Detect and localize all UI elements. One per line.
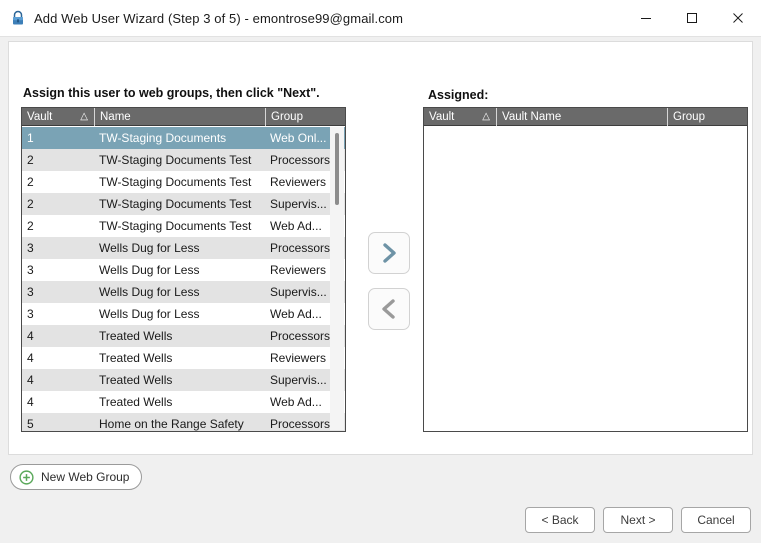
table-row[interactable]: 3 Wells Dug for Less Reviewers	[22, 259, 345, 281]
column-header-group-label: Group	[271, 110, 303, 123]
assigned-column-header-name-label: Vault Name	[502, 110, 562, 123]
add-to-assigned-button[interactable]	[368, 232, 410, 274]
cell-name: Wells Dug for Less	[99, 307, 200, 321]
table-row[interactable]: 4 Treated Wells Processors	[22, 325, 345, 347]
instruction-text: Assign this user to web groups, then cli…	[23, 86, 320, 100]
cell-vault: 2	[27, 219, 34, 233]
minimize-button[interactable]	[623, 0, 669, 36]
cell-name: Wells Dug for Less	[99, 263, 200, 277]
cell-name: Treated Wells	[99, 373, 173, 387]
table-row[interactable]: 3 Wells Dug for Less Supervis...	[22, 281, 345, 303]
table-row[interactable]: 5 Home on the Range Safety Processors	[22, 413, 345, 431]
wizard-navigation-buttons: < Back Next > Cancel	[525, 507, 751, 533]
table-row[interactable]: 1 TW-Staging Documents Web Onl...	[22, 127, 345, 149]
cell-name: Treated Wells	[99, 329, 173, 343]
assigned-label: Assigned:	[428, 88, 489, 102]
assigned-sort-ascending-icon: △	[482, 110, 490, 122]
cell-name: TW-Staging Documents Test	[99, 197, 252, 211]
cell-name: Home on the Range Safety	[99, 417, 244, 431]
table-row[interactable]: 3 Wells Dug for Less Web Ad...	[22, 303, 345, 325]
cell-vault: 2	[27, 153, 34, 167]
cell-name: Treated Wells	[99, 351, 173, 365]
close-button[interactable]	[715, 0, 761, 36]
assigned-list-header: Vault △ Vault Name Group	[424, 108, 747, 126]
cell-name: Wells Dug for Less	[99, 241, 200, 255]
available-list-body[interactable]: 1 TW-Staging Documents Web Onl... 2 TW-Stagi…	[22, 127, 345, 431]
assigned-groups-list[interactable]: Vault △ Vault Name Group	[423, 107, 748, 432]
scrollbar-thumb[interactable]	[335, 133, 339, 205]
assigned-column-header-vault[interactable]: Vault △	[424, 108, 496, 126]
cell-vault: 4	[27, 395, 34, 409]
chevron-left-icon	[382, 299, 395, 319]
wizard-content-panel: Assign this user to web groups, then cli…	[8, 41, 753, 455]
assigned-list-body[interactable]	[424, 127, 747, 431]
assigned-column-header-vault-label: Vault	[429, 110, 455, 123]
table-row[interactable]: 4 Treated Wells Web Ad...	[22, 391, 345, 413]
assigned-column-header-group-label: Group	[673, 110, 705, 123]
available-groups-list[interactable]: Vault △ Name Group 1 TW-Staging Documents…	[21, 107, 346, 432]
table-row[interactable]: 2 TW-Staging Documents Test Reviewers	[22, 171, 345, 193]
status-strip	[0, 535, 761, 543]
cell-name: TW-Staging Documents Test	[99, 175, 252, 189]
assigned-column-header-name[interactable]: Vault Name	[496, 108, 667, 126]
cell-name: TW-Staging Documents Test	[99, 219, 252, 233]
window-controls	[623, 0, 761, 36]
cell-vault: 4	[27, 351, 34, 365]
cell-name: Treated Wells	[99, 395, 173, 409]
cell-vault: 3	[27, 241, 34, 255]
table-row[interactable]: 3 Wells Dug for Less Processors	[22, 237, 345, 259]
table-row[interactable]: 2 TW-Staging Documents Test Web Ad...	[22, 215, 345, 237]
assigned-column-header-group[interactable]: Group	[667, 108, 747, 126]
new-web-group-button[interactable]: New Web Group	[10, 464, 143, 490]
table-row[interactable]: 4 Treated Wells Reviewers	[22, 347, 345, 369]
table-row[interactable]: 2 TW-Staging Documents Test Processors	[22, 149, 345, 171]
plus-circle-icon	[19, 469, 34, 485]
new-web-group-label: New Web Group	[41, 470, 130, 484]
cell-vault: 1	[27, 131, 34, 145]
back-button[interactable]: < Back	[525, 507, 595, 533]
cell-vault: 4	[27, 329, 34, 343]
cell-vault: 2	[27, 197, 34, 211]
minimize-icon	[641, 18, 651, 19]
available-list-scrollbar[interactable]	[330, 127, 344, 430]
column-header-name[interactable]: Name	[94, 108, 265, 126]
title-bar: Add Web User Wizard (Step 3 of 5) - emon…	[0, 0, 761, 37]
next-button[interactable]: Next >	[603, 507, 673, 533]
close-icon	[733, 13, 743, 23]
cell-vault: 3	[27, 285, 34, 299]
available-list-header: Vault △ Name Group	[22, 108, 345, 126]
cell-vault: 5	[27, 417, 34, 431]
column-header-vault-label: Vault	[27, 110, 53, 123]
column-header-name-label: Name	[100, 110, 131, 123]
table-row[interactable]: 2 TW-Staging Documents Test Supervis...	[22, 193, 345, 215]
cell-name: Wells Dug for Less	[99, 285, 200, 299]
column-header-vault[interactable]: Vault △	[22, 108, 94, 126]
table-row[interactable]: 4 Treated Wells Supervis...	[22, 369, 345, 391]
cell-name: TW-Staging Documents	[99, 131, 227, 145]
cell-vault: 2	[27, 175, 34, 189]
lock-icon	[13, 10, 23, 25]
sort-ascending-icon: △	[80, 110, 88, 122]
maximize-icon	[687, 13, 697, 23]
column-header-group[interactable]: Group	[265, 108, 345, 126]
window-title: Add Web User Wizard (Step 3 of 5) - emon…	[34, 10, 404, 26]
remove-from-assigned-button[interactable]	[368, 288, 410, 330]
cell-vault: 3	[27, 307, 34, 321]
chevron-right-icon	[383, 243, 396, 263]
cell-vault: 4	[27, 373, 34, 387]
cell-name: TW-Staging Documents Test	[99, 153, 252, 167]
cell-vault: 3	[27, 263, 34, 277]
maximize-button[interactable]	[669, 0, 715, 36]
cancel-button[interactable]: Cancel	[681, 507, 751, 533]
